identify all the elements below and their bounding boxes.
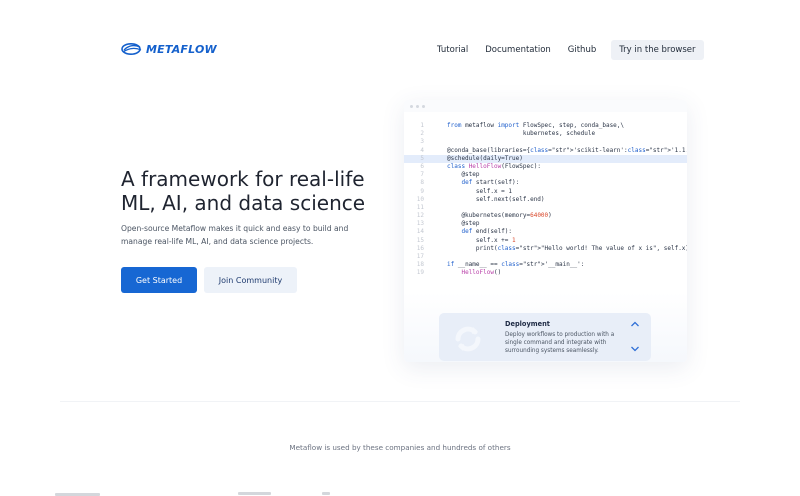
nav-link-tutorial[interactable]: Tutorial: [437, 45, 468, 55]
line-number: 9: [420, 187, 424, 195]
code-line: 4 @conda_base(libraries={class="str">'sci…: [404, 147, 687, 155]
chevron-up-icon[interactable]: [630, 319, 640, 329]
top-nav: Tutorial Documentation Github Try in the…: [437, 40, 704, 60]
company-logo: [238, 492, 271, 495]
line-number: 5: [420, 154, 424, 162]
code-line: 14 def end(self):: [404, 228, 687, 236]
code-line: 15 self.x += 1: [404, 237, 687, 245]
code-line: 16 print(class="str">"Hello world! The v…: [404, 245, 687, 253]
line-number: 2: [420, 130, 424, 138]
nav-link-github[interactable]: Github: [568, 45, 596, 55]
code-line: 5 @schedule(daily=True): [404, 154, 687, 163]
code-line: 9 self.x = 1: [404, 188, 687, 196]
window-dot-icon: [422, 104, 425, 108]
line-number: 15: [416, 236, 424, 244]
line-number: 16: [416, 244, 424, 252]
code-line: 11: [404, 204, 687, 212]
line-number: 4: [420, 146, 424, 154]
code-line: 19 HelloFlow(): [404, 269, 687, 277]
line-number: 14: [416, 228, 424, 236]
code-editor: 1 from metaflow import FlowSpec, step, co…: [404, 112, 687, 278]
metaflow-logo[interactable]: METAFLOW: [121, 42, 217, 56]
code-text: self.x += 1: [447, 236, 516, 244]
feature-description: Deploy workflows to production with a si…: [505, 332, 615, 354]
hero-title: A framework for real-life ML, AI, and da…: [121, 167, 381, 215]
code-text: self.next(self.end): [447, 195, 545, 203]
code-text: print(class="str">"Hello world! The valu…: [447, 244, 687, 252]
code-text: @schedule(daily=True): [447, 154, 523, 162]
hero-title-line-2: ML, AI, and data science: [121, 191, 366, 215]
line-number: 1: [420, 122, 424, 129]
code-line: 3: [404, 138, 687, 146]
header: METAFLOW Tutorial Documentation Github T…: [0, 0, 800, 100]
code-line: 6 class HelloFlow(FlowSpec):: [404, 163, 687, 171]
code-text: @conda_base(libraries={class="str">'scik…: [447, 146, 687, 154]
used-by-text: Metaflow is used by these companies and …: [289, 443, 511, 452]
code-text: def end(self):: [461, 228, 513, 236]
code-line: 10 self.next(self.end): [404, 196, 687, 204]
line-number: 11: [416, 203, 424, 211]
sync-icon: [455, 326, 481, 352]
logo-text: METAFLOW: [146, 42, 217, 56]
code-line: 17: [404, 253, 687, 261]
code-text: self.x = 1: [447, 187, 513, 195]
feature-title: Deployment: [505, 320, 550, 328]
company-logo: [322, 492, 330, 495]
feature-card-deployment: Deployment Deploy workflows to productio…: [439, 313, 651, 361]
code-text: def start(self):: [461, 179, 520, 187]
window-dot-icon: [416, 104, 419, 108]
code-line: 12 @kubernetes(memory=64000): [404, 212, 687, 220]
line-number: 8: [420, 179, 424, 187]
code-line: 18 if __name__ == class="str">'__main__':: [404, 261, 687, 269]
code-window-titlebar: [404, 100, 687, 112]
section-divider: [60, 401, 740, 402]
line-number: 18: [416, 261, 424, 269]
code-line: 8 def start(self):: [404, 179, 687, 187]
company-logos-row: [0, 488, 800, 496]
code-line: 7 @step: [404, 171, 687, 179]
line-number: 10: [416, 195, 424, 203]
line-number: 19: [416, 269, 424, 277]
line-number: 17: [416, 253, 424, 260]
hero-title-line-1: A framework for real-life: [121, 167, 365, 191]
code-text: @kubernetes(memory=64000): [447, 212, 552, 220]
code-text: kubernetes, schedule: [447, 130, 596, 138]
get-started-button[interactable]: Get Started: [121, 267, 197, 293]
line-number: 13: [416, 220, 424, 228]
code-text: @step: [447, 220, 480, 228]
code-text: @step: [447, 171, 480, 179]
line-number: 6: [420, 162, 424, 170]
code-text: HelloFlow(): [461, 269, 502, 277]
metaflow-logo-icon: [121, 43, 142, 55]
code-text: class HelloFlow(FlowSpec):: [447, 162, 541, 170]
window-dot-icon: [410, 104, 413, 108]
code-line: 13 @step: [404, 220, 687, 228]
code-text: if __name__ == class="str">'__main__':: [447, 261, 585, 269]
try-in-browser-button[interactable]: Try in the browser: [611, 40, 704, 60]
code-line: 1 from metaflow import FlowSpec, step, co…: [404, 122, 687, 130]
nav-link-documentation[interactable]: Documentation: [485, 45, 551, 55]
code-text: from metaflow import FlowSpec, step, con…: [447, 122, 625, 129]
chevron-down-icon[interactable]: [630, 344, 640, 354]
join-community-button[interactable]: Join Community: [204, 267, 297, 293]
hero-subtitle: Open-source Metaflow makes it quick and …: [121, 224, 349, 246]
code-line: 2 kubernetes, schedule: [404, 130, 687, 138]
line-number: 3: [420, 138, 424, 146]
line-number: 12: [416, 212, 424, 220]
line-number: 7: [420, 171, 424, 179]
